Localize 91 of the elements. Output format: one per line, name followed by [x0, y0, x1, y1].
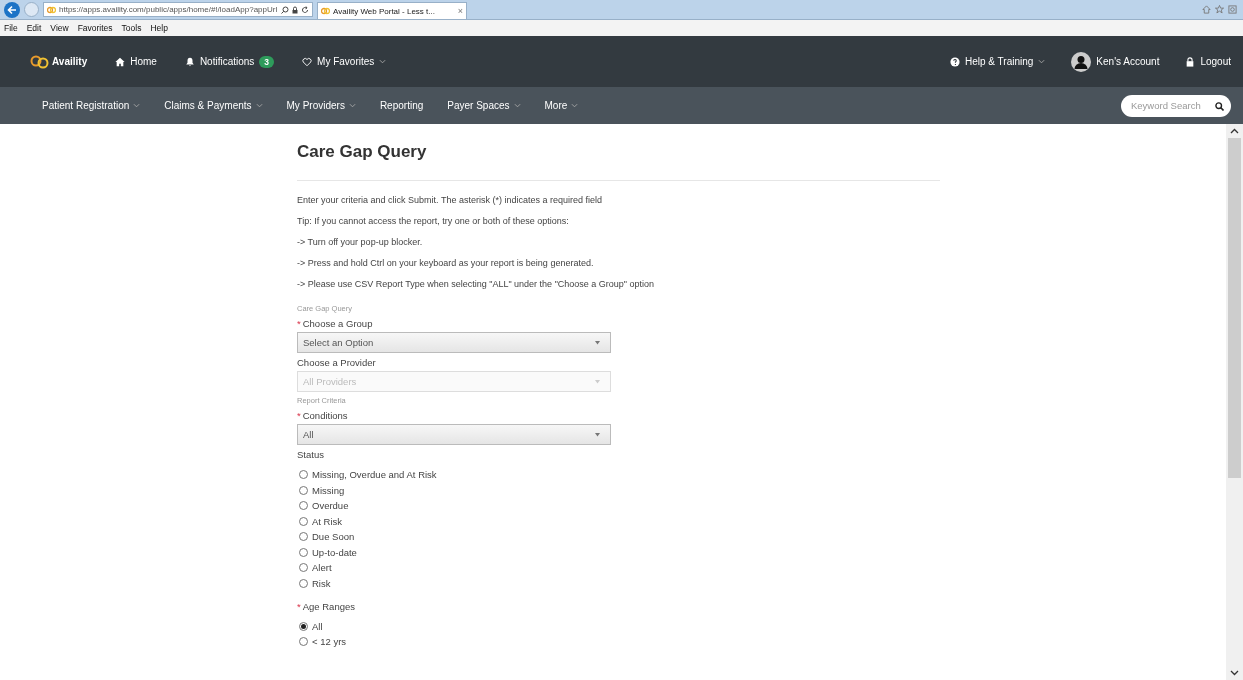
instruction-text: -> Please use CSV Report Type when selecting "ALL" under the "Choose a Group" option [297, 279, 656, 289]
search-field[interactable]: Keyword Search [1121, 94, 1231, 117]
search-icon[interactable] [281, 5, 289, 14]
help-icon [949, 56, 960, 67]
menu-item[interactable]: Help [150, 23, 168, 33]
radio-button[interactable] [299, 578, 308, 588]
radio-button[interactable] [299, 470, 308, 479]
nav-link-label[interactable]: Notifications [199, 56, 255, 67]
nav-link[interactable]: Notifications 3 [184, 55, 275, 68]
nav-link-label[interactable]: Ken's Account [1096, 56, 1160, 67]
instruction-text: Enter your criteria and click Submit. The asterisk (*) indicates a required field [297, 195, 603, 205]
instruction-text: -> Turn off your pop-up blocker. [297, 237, 424, 247]
radio-button[interactable] [299, 501, 308, 510]
radio-label[interactable]: Due Soon [312, 531, 355, 542]
dropdown[interactable]: Select an Option [297, 332, 611, 353]
scroll-up-icon[interactable] [1230, 128, 1239, 134]
field-label: Status [297, 449, 324, 460]
nav-link[interactable]: Help & Training [949, 56, 1046, 67]
lock-icon [1185, 56, 1196, 67]
refresh-icon[interactable] [301, 5, 309, 14]
radio-button[interactable] [299, 485, 308, 495]
nav-link-label[interactable]: Logout [1200, 56, 1231, 67]
avatar-icon [1071, 51, 1092, 72]
radio-button[interactable] [299, 621, 308, 631]
home-icon[interactable] [1202, 5, 1211, 14]
browser-tab[interactable]: Availity Web Portal - Less t... × [317, 2, 467, 19]
menu-item[interactable]: Favorites [77, 23, 113, 33]
nav-menu-item[interactable]: Reporting [379, 100, 424, 111]
menu-item[interactable]: File [4, 23, 18, 33]
dropdown-arrow-icon [595, 379, 600, 384]
nav-link-label[interactable]: Help & Training [964, 56, 1034, 67]
radio-label[interactable]: All [312, 620, 323, 632]
radio-label[interactable]: Missing [312, 484, 345, 496]
required-mark: * [297, 318, 301, 329]
nav-menu-item[interactable]: My Providers [286, 100, 356, 111]
nav-menu-label[interactable]: My Providers [286, 100, 345, 111]
heart-icon [302, 56, 313, 67]
radio-button[interactable] [299, 516, 308, 526]
logo-icon [321, 7, 330, 15]
instruction-text: -> Press and hold Ctrl on your keyboard as your report is being generated. [297, 258, 595, 268]
field-label: Choose a Group [302, 318, 373, 329]
page-title: Care Gap Query [297, 142, 940, 181]
star-icon[interactable] [1215, 5, 1224, 14]
radio-button[interactable] [299, 547, 308, 557]
radio-label[interactable]: Up-to-date [312, 546, 357, 558]
nav-link-label[interactable]: Home [130, 56, 157, 67]
back-arrow-icon [7, 4, 17, 15]
nav-link[interactable]: Logout [1185, 56, 1231, 67]
scroll-down-icon[interactable] [1230, 670, 1239, 676]
nav-link-label[interactable]: My Favorites [317, 56, 375, 67]
nav-link[interactable]: Ken's Account [1071, 51, 1160, 72]
brand-name[interactable]: Availity [52, 56, 88, 67]
radio-label[interactable]: Alert [312, 562, 332, 573]
forward-button[interactable] [24, 2, 39, 17]
nav-menu-label[interactable]: More [544, 100, 568, 111]
lock-icon [292, 5, 298, 14]
logo-icon [47, 5, 56, 14]
radio-label[interactable]: < 12 yrs [312, 636, 347, 647]
notification-count: 3 [259, 55, 275, 68]
instruction-text: Tip: If you cannot access the report, try one or both of these options: [297, 216, 570, 226]
bell-icon [184, 56, 195, 67]
dropdown-arrow-icon [595, 432, 600, 437]
radio-button[interactable] [299, 563, 308, 572]
radio-label[interactable]: Missing, Overdue and At Risk [312, 469, 437, 480]
field-label: Age Ranges [302, 600, 355, 612]
radio-label[interactable]: At Risk [312, 515, 343, 527]
radio-label[interactable]: Overdue [312, 500, 349, 511]
scrollbar[interactable] [1226, 124, 1243, 680]
logo-icon [30, 54, 50, 69]
address-bar[interactable]: https://apps.availity.com/public/apps/home/#!/loadApp?appUrl [43, 2, 313, 17]
required-mark: * [297, 600, 301, 612]
menu-item[interactable]: View [50, 23, 69, 33]
settings-icon[interactable] [1228, 5, 1237, 14]
radio-label[interactable]: Risk [312, 577, 331, 589]
close-tab-button[interactable]: × [457, 6, 463, 16]
dropdown-arrow-icon [595, 340, 600, 345]
required-mark: * [297, 410, 301, 421]
nav-link[interactable]: Home [115, 56, 157, 67]
nav-link[interactable]: My Favorites [302, 56, 387, 67]
menu-item[interactable]: Edit [26, 23, 42, 33]
back-button[interactable] [4, 1, 20, 18]
radio-button[interactable] [299, 532, 308, 541]
field-label: Choose a Provider [297, 357, 376, 368]
search-icon[interactable] [1215, 101, 1224, 111]
home-icon [115, 56, 126, 67]
radio-button[interactable] [299, 637, 308, 646]
nav-menu-item[interactable]: More [544, 100, 579, 111]
url-text: https://apps.availity.com/public/apps/home/#!/loadApp?appUrl [59, 5, 278, 14]
dropdown[interactable]: All [297, 424, 611, 445]
menu-item[interactable]: Tools [121, 23, 142, 33]
field-label: Conditions [302, 410, 348, 421]
